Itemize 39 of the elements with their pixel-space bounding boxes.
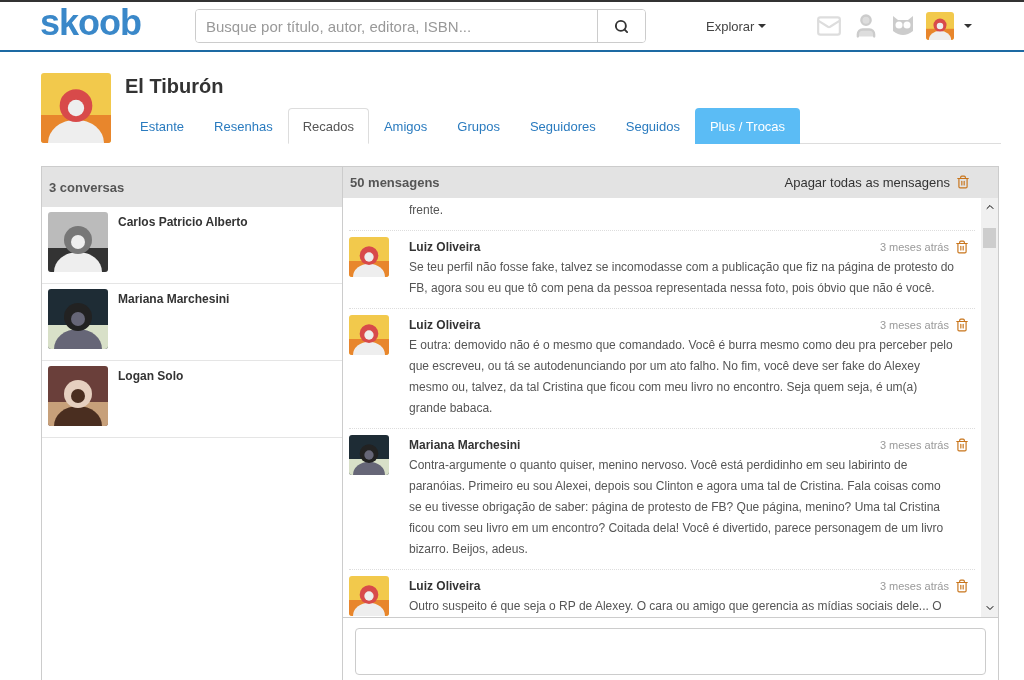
conversation-name: Mariana Marchesini <box>118 292 230 306</box>
trash-icon[interactable] <box>955 317 969 332</box>
caret-icon[interactable] <box>964 24 973 28</box>
search-icon <box>614 18 629 34</box>
scrollbar[interactable] <box>981 197 998 617</box>
message-time: 3 meses atrás <box>879 318 949 331</box>
message-text: Se teu perfil não fosse fake, talvez se incomodasse com a publicação que fiz na página de protesto do FB, agora sou eu que tô com pena da pessoa representada nessa foto, pois óbvio que não é você. <box>409 258 955 297</box>
conversation-item[interactable]: Carlos Patricio Alberto <box>42 207 342 284</box>
message-input[interactable] <box>355 627 986 675</box>
message-author[interactable]: Luiz Oliveira <box>409 578 481 593</box>
conversations-title: 3 conversas <box>49 179 125 195</box>
conversation-name: Carlos Patricio Alberto <box>118 215 248 229</box>
message-text: E outra: demovido não é o mesmo que comandado. Você é burra mesmo como deu pra perceber pelo que escreveu, ou tá se autodenunciando por um ato falho. No fim, você deve ser fake do Alexey mesmo ou, talvez, da tal Cristina que ficou com meu livro no encontro. Seja quem seja, é um(a) grande babaca. <box>409 336 954 417</box>
conversation-item[interactable]: Mariana Marchesini <box>42 284 342 361</box>
trash-icon[interactable] <box>955 437 969 452</box>
search-button[interactable] <box>597 10 645 42</box>
trash-icon[interactable] <box>955 578 969 593</box>
delete-all-link[interactable]: Apagar todas as mensagens <box>784 174 970 190</box>
trash-icon <box>956 175 970 190</box>
trash-icon[interactable] <box>955 239 969 254</box>
message-author[interactable]: Luiz Oliveira <box>409 317 481 332</box>
logo[interactable]: skoob <box>40 2 195 44</box>
message-text: Outro suspeito é que seja o RP de Alexey. O cara ou amigo que gerencia as mídias sociais dele... O <box>409 597 943 615</box>
search-field[interactable]: Busque por título, autor, editora, ISBN... <box>195 9 646 43</box>
profile-name: El Tiburón <box>125 75 225 98</box>
explore-menu[interactable]: Explorar <box>706 18 767 34</box>
conversation-item[interactable]: Logan Solo <box>42 361 342 438</box>
message-text: Contra-argumente o quanto quiser, menino nervoso. Você está perdidinho em seu labirinto de paranóias. Primeiro eu sou Alexei, depois sou Clinton e agora uma tal de Cristina. Fala coisas como se eu tivesse obrigação de saber: página de protesto de FB? Que página, menino? Uma tal Cristina ficou com seu livro em um encontro? Coitada dela! Você é divertido, parece personagem de um livro bizarro. Beijos, adeus. <box>409 456 945 558</box>
messages-title: 50 mensagens <box>350 174 440 190</box>
message-time: 3 meses atrás <box>879 579 949 592</box>
caret-icon <box>758 24 767 28</box>
scrollbar-thumb[interactable] <box>983 227 996 248</box>
conversation-name: Logan Solo <box>118 369 184 383</box>
message-text: frente. <box>409 201 445 219</box>
message-time: 3 meses atrás <box>879 240 949 253</box>
message-author[interactable]: Luiz Oliveira <box>409 239 481 254</box>
profile-tab[interactable]: Recados <box>287 108 369 144</box>
message-author[interactable]: Mariana Marchesini <box>409 437 521 452</box>
message-time: 3 meses atrás <box>879 438 949 451</box>
